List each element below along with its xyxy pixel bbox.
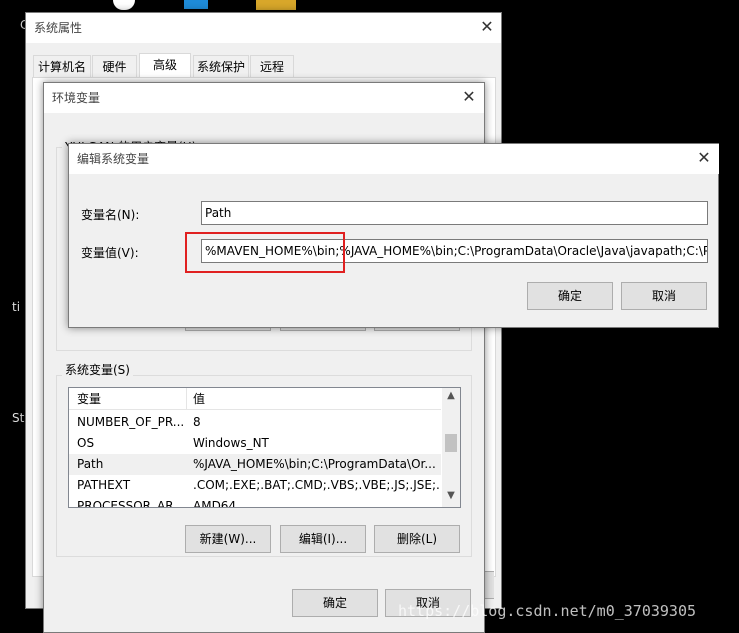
variable-name-input[interactable]: Path xyxy=(201,201,708,225)
scroll-thumb[interactable] xyxy=(445,434,457,452)
edit-dialog-title: 编辑系统变量 xyxy=(69,144,689,174)
desktop-label-3: St xyxy=(12,411,25,425)
system-new-button[interactable]: 新建(W)... xyxy=(185,525,271,553)
row-name: NUMBER_OF_PR... xyxy=(77,415,185,429)
watermark-text: https://blog.csdn.net/m0_37039305 xyxy=(398,602,697,620)
tab-computer-name[interactable]: 计算机名 xyxy=(33,55,91,77)
column-divider xyxy=(186,388,187,410)
row-value: Windows_NT xyxy=(193,436,269,450)
edit-system-variable-dialog: 编辑系统变量 ✕ 变量名(N): Path 变量值(V): %MAVEN_HOM… xyxy=(68,143,719,328)
column-header-value[interactable]: 值 xyxy=(193,389,433,410)
column-header-name[interactable]: 变量 xyxy=(77,389,185,410)
system-variables-list[interactable]: 变量 值 NUMBER_OF_PR... 8 OS Windows_NT Pat… xyxy=(68,387,461,508)
table-row[interactable]: PROCESSOR_AR... AMD64 xyxy=(69,496,441,507)
highlight-box xyxy=(185,232,345,273)
system-properties-close-icon[interactable]: ✕ xyxy=(472,13,502,43)
variable-value-label: 变量值(V): xyxy=(81,246,139,260)
desktop-icon-penguin[interactable] xyxy=(113,0,135,10)
desktop-icon-folder[interactable] xyxy=(256,0,296,10)
table-row[interactable]: PATHEXT .COM;.EXE;.BAT;.CMD;.VBS;.VBE;.J… xyxy=(69,475,441,496)
edit-dialog-close-icon[interactable]: ✕ xyxy=(689,144,719,174)
row-value: 8 xyxy=(193,415,201,429)
tab-advanced[interactable]: 高级 xyxy=(139,53,191,77)
system-properties-title: 系统属性 xyxy=(34,21,83,35)
scroll-up-icon[interactable]: ▲ xyxy=(442,390,460,406)
tab-remote[interactable]: 远程 xyxy=(250,55,294,77)
desktop-label-2: ti xyxy=(12,300,21,314)
environment-variables-title: 环境变量 xyxy=(44,83,444,113)
env-ok-button[interactable]: 确定 xyxy=(292,589,378,617)
scroll-down-icon[interactable]: ▼ xyxy=(442,490,460,506)
tab-system-protection[interactable]: 系统保护 xyxy=(193,55,249,77)
row-value: AMD64 xyxy=(193,499,237,507)
environment-variables-close-icon[interactable]: ✕ xyxy=(454,83,484,113)
edit-cancel-button[interactable]: 取消 xyxy=(621,282,707,310)
row-value: %JAVA_HOME%\bin;C:\ProgramData\Or... xyxy=(193,457,436,471)
variable-name-label: 变量名(N): xyxy=(81,208,140,222)
env-title-fill xyxy=(444,83,454,113)
system-delete-button[interactable]: 删除(L) xyxy=(374,525,460,553)
row-name: PATHEXT xyxy=(77,478,131,492)
system-variables-label: 系统变量(S) xyxy=(62,361,133,378)
desktop-icon-app[interactable] xyxy=(184,0,208,9)
table-row[interactable]: OS Windows_NT xyxy=(69,433,441,454)
tab-hardware[interactable]: 硬件 xyxy=(92,55,137,77)
list-scrollbar[interactable]: ▲ ▼ xyxy=(442,388,460,507)
list-header: 变量 值 xyxy=(69,388,441,410)
row-name: PROCESSOR_AR... xyxy=(77,499,185,507)
row-name: OS xyxy=(77,436,95,450)
system-edit-button[interactable]: 编辑(I)... xyxy=(280,525,366,553)
row-value: .COM;.EXE;.BAT;.CMD;.VBS;.VBE;.JS;.JSE;.… xyxy=(193,478,439,492)
table-row-selected[interactable]: Path %JAVA_HOME%\bin;C:\ProgramData\Or..… xyxy=(69,454,441,475)
edit-ok-button[interactable]: 确定 xyxy=(527,282,613,310)
table-row[interactable]: NUMBER_OF_PR... 8 xyxy=(69,412,441,433)
row-name: Path xyxy=(77,457,104,471)
